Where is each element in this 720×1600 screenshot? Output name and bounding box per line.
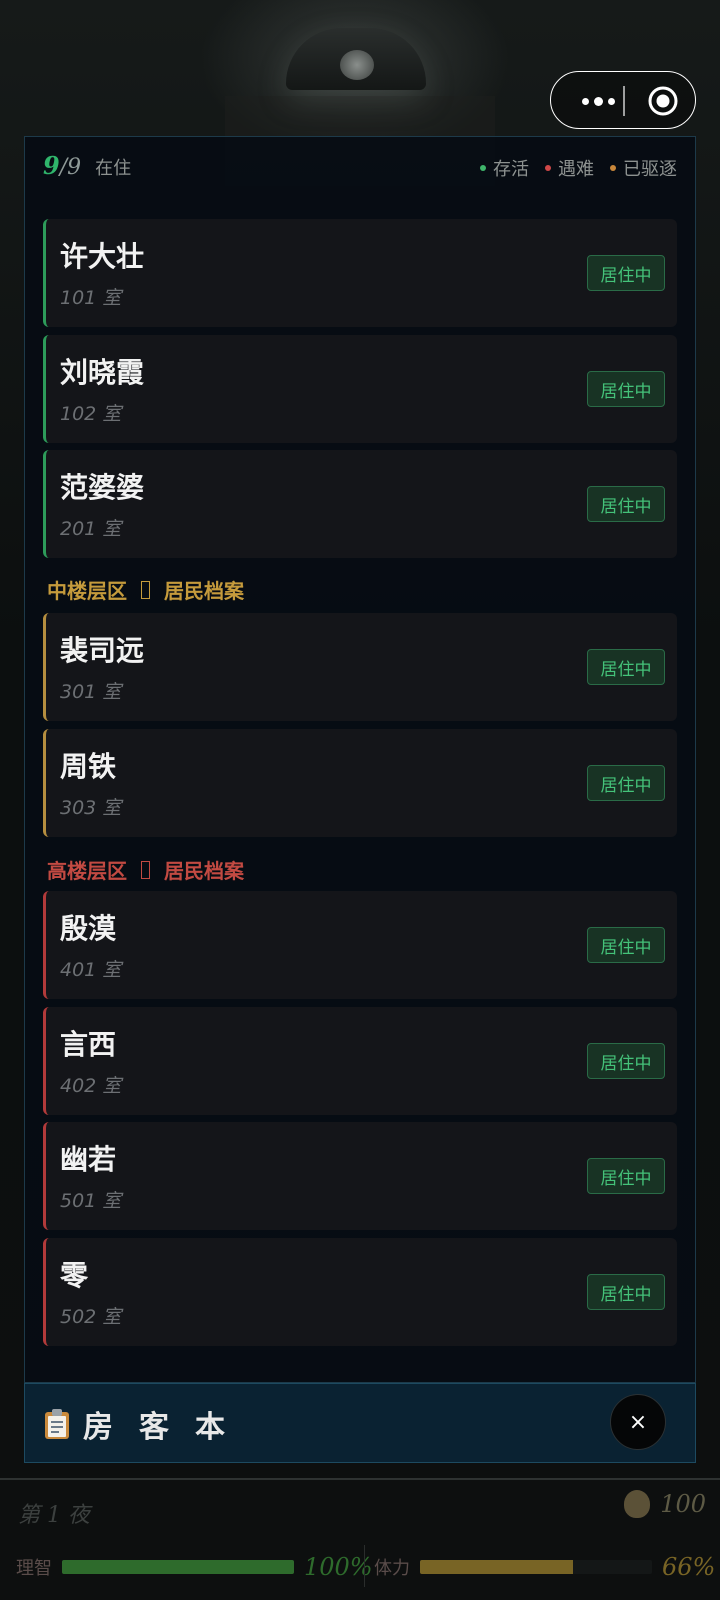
panel-title: 房客本 bbox=[43, 1402, 251, 1446]
money-display: 100 bbox=[624, 1490, 706, 1518]
resident-room: 501 室 bbox=[60, 1190, 122, 1212]
stamina-bar-fill bbox=[420, 1560, 574, 1574]
resident-room: 401 室 bbox=[60, 959, 122, 981]
legend-alive: 存活 bbox=[480, 155, 529, 181]
resident-name: 言西 bbox=[60, 1028, 117, 1061]
sanity-bar-fill bbox=[62, 1560, 294, 1574]
legend-dead-label: 遇难 bbox=[558, 159, 594, 180]
resident-room: 201 室 bbox=[60, 518, 122, 540]
resident-room: 102 室 bbox=[60, 403, 122, 425]
clipboard-icon bbox=[45, 1409, 69, 1439]
stamina-value: 66% bbox=[662, 1553, 716, 1581]
resident-room: 301 室 bbox=[60, 681, 122, 703]
legend-dot-alive bbox=[480, 165, 486, 171]
legend-dot-dead bbox=[545, 165, 551, 171]
status-badge: 居住中 bbox=[587, 255, 665, 291]
resident-card[interactable]: 裴司远 301 室 居住中 bbox=[43, 613, 677, 721]
count-label: 在住 bbox=[95, 158, 132, 179]
status-badge: 居住中 bbox=[587, 1274, 665, 1310]
resident-name: 范婆婆 bbox=[60, 471, 145, 504]
section-title: 居民档案 bbox=[164, 579, 244, 603]
resident-card[interactable]: 许大壮 101 室 居住中 bbox=[43, 219, 677, 327]
resident-name: 幽若 bbox=[60, 1143, 117, 1176]
stamina-bar bbox=[420, 1560, 652, 1574]
close-miniprogram-icon[interactable] bbox=[647, 85, 679, 117]
section-divider-icon bbox=[141, 580, 150, 599]
money-value: 100 bbox=[660, 1490, 706, 1518]
status-badge: 居住中 bbox=[587, 927, 665, 963]
status-badge: 居住中 bbox=[587, 486, 665, 522]
section-header-mid-floor: 中楼层区 居民档案 bbox=[47, 575, 244, 604]
section-header-high-floor: 高楼层区 居民档案 bbox=[47, 855, 244, 884]
night-counter: 第 1 夜 bbox=[18, 1503, 90, 1528]
panel-footer: 房客本 × bbox=[24, 1383, 696, 1463]
legend-dead: 遇难 bbox=[545, 155, 594, 181]
count-total: /9 bbox=[59, 155, 82, 180]
stamina-stat: 体力 66% bbox=[374, 1553, 715, 1581]
status-badge: 居住中 bbox=[587, 1043, 665, 1079]
resident-card[interactable]: 周铁 303 室 居住中 bbox=[43, 729, 677, 837]
resident-room: 101 室 bbox=[60, 287, 122, 309]
sanity-value: 100% bbox=[304, 1553, 373, 1581]
legend-alive-label: 存活 bbox=[493, 159, 529, 180]
lamp-bulb bbox=[340, 50, 374, 80]
resident-name: 裴司远 bbox=[60, 634, 145, 667]
resident-name: 周铁 bbox=[60, 750, 117, 783]
status-badge: 居住中 bbox=[587, 765, 665, 801]
resident-card[interactable]: 范婆婆 201 室 居住中 bbox=[43, 450, 677, 558]
sanity-bar bbox=[62, 1560, 294, 1574]
resident-room: 502 室 bbox=[60, 1306, 122, 1328]
resident-name: 许大壮 bbox=[60, 240, 145, 273]
close-button[interactable]: × bbox=[610, 1394, 666, 1450]
hud-divider bbox=[0, 1478, 720, 1480]
section-title: 居民档案 bbox=[164, 859, 244, 883]
resident-room: 402 室 bbox=[60, 1075, 122, 1097]
hud-stat-separator bbox=[364, 1545, 365, 1587]
resident-card[interactable]: 零 502 室 居住中 bbox=[43, 1238, 677, 1346]
section-divider-icon bbox=[141, 860, 150, 879]
legend-dot-evicted bbox=[610, 165, 616, 171]
resident-name: 零 bbox=[60, 1259, 89, 1292]
legend-evicted-label: 已驱逐 bbox=[623, 159, 677, 180]
capsule-divider bbox=[623, 86, 625, 116]
miniprogram-capsule bbox=[550, 71, 696, 129]
legend-evicted: 已驱逐 bbox=[610, 155, 677, 181]
section-zone: 中楼层区 bbox=[47, 579, 127, 603]
sanity-stat: 理智 100% bbox=[16, 1553, 373, 1581]
status-badge: 居住中 bbox=[587, 649, 665, 685]
status-badge: 居住中 bbox=[587, 1158, 665, 1194]
resident-card[interactable]: 刘晓霞 102 室 居住中 bbox=[43, 335, 677, 443]
resident-card[interactable]: 殷漠 401 室 居住中 bbox=[43, 891, 677, 999]
resident-card[interactable]: 言西 402 室 居住中 bbox=[43, 1007, 677, 1115]
resident-card[interactable]: 幽若 501 室 居住中 bbox=[43, 1122, 677, 1230]
sanity-label: 理智 bbox=[16, 1558, 52, 1579]
tenant-register-panel: 9/9 在住 存活 遇难 已驱逐 许大壮 101 室 居住中 刘晓霞 102 室 … bbox=[24, 136, 696, 1383]
stamina-label: 体力 bbox=[374, 1558, 410, 1579]
status-legend: 存活 遇难 已驱逐 bbox=[480, 155, 677, 181]
resident-room: 303 室 bbox=[60, 797, 122, 819]
money-bag-icon bbox=[624, 1490, 651, 1518]
resident-name: 刘晓霞 bbox=[60, 356, 145, 389]
panel-title-text: 房客本 bbox=[83, 1410, 251, 1445]
resident-count: 9/9 在住 bbox=[43, 151, 131, 180]
status-badge: 居住中 bbox=[587, 371, 665, 407]
section-zone: 高楼层区 bbox=[47, 859, 127, 883]
resident-name: 殷漠 bbox=[60, 912, 117, 945]
more-menu-icon[interactable] bbox=[573, 72, 623, 130]
count-current: 9 bbox=[43, 151, 60, 180]
